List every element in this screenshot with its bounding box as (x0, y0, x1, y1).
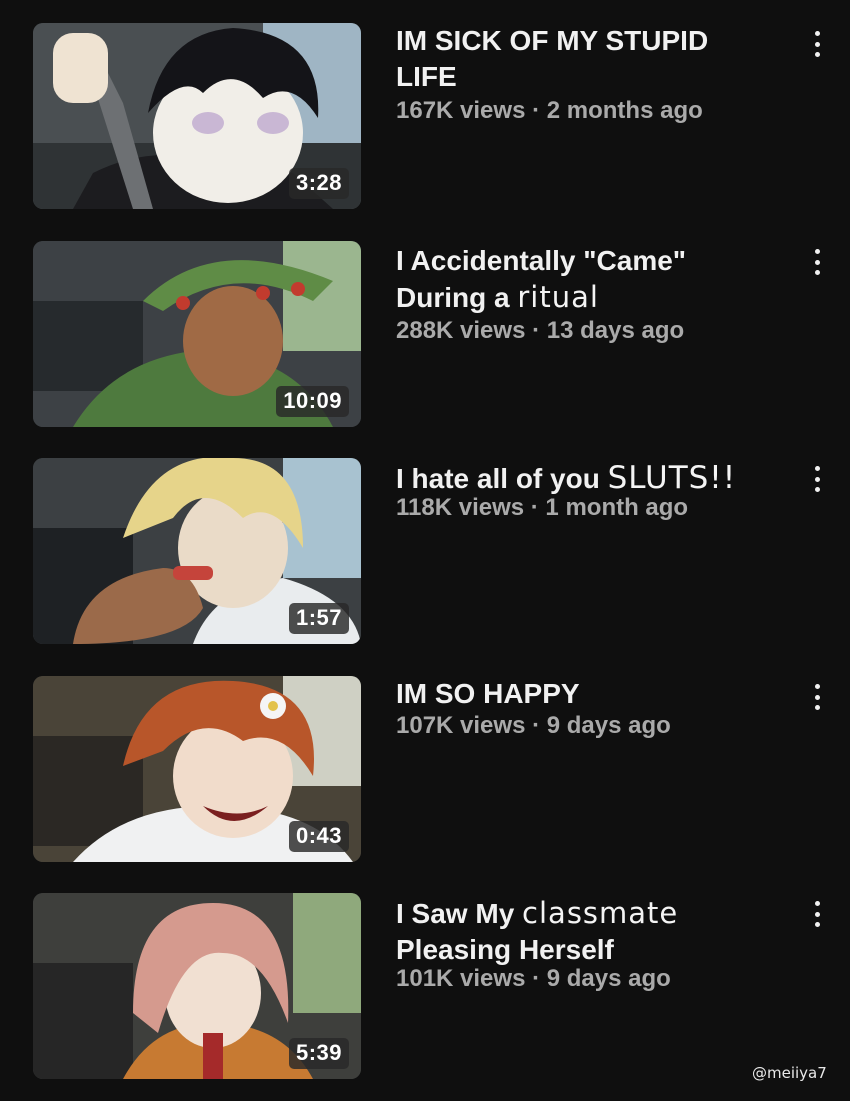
video-meta: 167K views · 2 months ago (396, 97, 703, 124)
video-title[interactable]: I Saw My classmate Pleasing Herself (396, 895, 776, 968)
video-meta: 107K views · 9 days ago (396, 712, 671, 739)
video-duration: 1:57 (288, 603, 349, 634)
video-duration: 10:09 (276, 386, 349, 417)
video-item[interactable]: 3:28 IM SICK OF MY STUPID LIFE 167K view… (0, 23, 850, 223)
video-item[interactable]: 0:43 IM SO HAPPY 107K views · 9 days ago (0, 676, 850, 876)
more-vert-icon[interactable] (808, 466, 826, 492)
video-title[interactable]: I Accidentally "Came" During a ritual (396, 243, 776, 316)
video-title[interactable]: IM SO HAPPY (396, 676, 776, 712)
video-thumbnail[interactable]: 1:57 (33, 458, 361, 644)
video-title[interactable]: I hate all of you SLUTS!! (396, 460, 776, 497)
video-duration: 3:28 (288, 168, 349, 199)
video-item[interactable]: 10:09 I Accidentally "Came" During a rit… (0, 241, 850, 441)
video-duration: 5:39 (288, 1038, 349, 1069)
video-duration: 0:43 (288, 821, 349, 852)
video-title[interactable]: IM SICK OF MY STUPID LIFE (396, 23, 776, 95)
more-vert-icon[interactable] (808, 249, 826, 275)
video-title-text: I Saw My (396, 898, 523, 929)
video-meta: 288K views · 13 days ago (396, 317, 685, 344)
video-meta: 101K views · 9 days ago (396, 965, 671, 992)
video-title-handwritten: ritual (517, 280, 599, 314)
video-title-handwritten: SLUTS!! (607, 460, 737, 496)
video-title-handwritten: classmate (522, 896, 679, 930)
video-thumbnail[interactable]: 5:39 (33, 893, 361, 1079)
more-vert-icon[interactable] (808, 31, 826, 57)
more-vert-icon[interactable] (808, 901, 826, 927)
more-vert-icon[interactable] (808, 684, 826, 710)
artist-watermark: @meiiya7 (752, 1064, 827, 1082)
video-meta: 118K views · 1 month ago (396, 494, 689, 521)
video-thumbnail[interactable]: 3:28 (33, 23, 361, 209)
video-item[interactable]: 5:39 I Saw My classmate Pleasing Herself … (0, 893, 850, 1093)
video-title-text: Pleasing Herself (396, 934, 614, 965)
video-item[interactable]: 1:57 I hate all of you SLUTS!! 118K view… (0, 458, 850, 658)
video-title-text: I hate all of you (396, 463, 608, 494)
video-thumbnail[interactable]: 0:43 (33, 676, 361, 862)
video-thumbnail[interactable]: 10:09 (33, 241, 361, 427)
